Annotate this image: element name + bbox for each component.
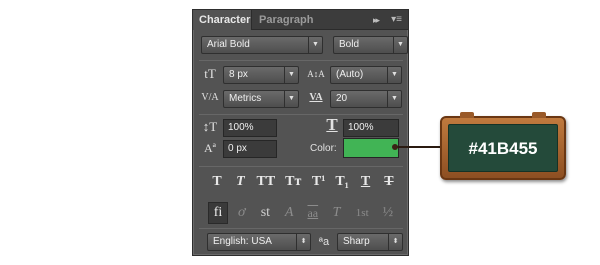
opentype-buttons: fi ơ st A aa T 1st ½ — [208, 202, 398, 224]
strikethrough-button[interactable]: T — [380, 173, 398, 191]
font-family-dropdown[interactable]: Arial Bold ▼ — [201, 36, 323, 54]
superscript-button[interactable]: T¹ — [310, 173, 328, 191]
tab-character[interactable]: Character — [193, 10, 252, 30]
font-size-dropdown[interactable]: 8 px ▼ — [223, 66, 299, 84]
callout-text: #41B455 — [448, 124, 558, 172]
callout-pointer — [395, 146, 440, 148]
superscript-ordinal-button[interactable]: 1st — [350, 203, 374, 223]
leading-dropdown[interactable]: (Auto) ▼ — [330, 66, 402, 84]
baseline-shift-icon: Aª — [204, 141, 216, 155]
tracking-dropdown[interactable]: 20 ▼ — [330, 90, 402, 108]
collapse-panel-icon[interactable]: ▸▸ — [373, 10, 380, 30]
faux-italic-button[interactable]: T — [231, 173, 249, 191]
character-panel: Character Paragraph ▸▸ ▾≡ Arial Bold ▼ B… — [192, 9, 409, 256]
fractions-button[interactable]: ½ — [378, 203, 398, 223]
vertical-scale-input[interactable]: 100% — [223, 119, 277, 137]
divider — [199, 166, 403, 167]
tracking-icon: VA — [309, 92, 323, 103]
titling-alternates-button[interactable]: aa — [303, 203, 323, 223]
antialias-dropdown[interactable]: Sharp ⬍ — [337, 233, 403, 251]
chevron-updown-icon: ⬍ — [296, 234, 310, 250]
board-clip — [532, 112, 546, 118]
antialias-icon: ªa — [318, 236, 330, 248]
subscript-button[interactable]: T₁ — [333, 173, 351, 191]
swash-button[interactable]: st — [255, 203, 275, 223]
tab-paragraph[interactable]: Paragraph — [253, 10, 319, 30]
chevron-down-icon: ▼ — [393, 37, 407, 53]
horizontal-scale-input[interactable]: 100% — [343, 119, 399, 137]
vertical-scale-icon: ↕T — [202, 119, 218, 134]
underline-button[interactable]: T — [357, 173, 375, 191]
font-size-value: 8 px — [229, 69, 248, 80]
antialias-value: Sharp — [343, 236, 370, 247]
panel-tab-bar: Character Paragraph ▸▸ ▾≡ — [193, 10, 408, 30]
tracking-value: 20 — [336, 93, 348, 104]
callout-pointer-dot — [392, 144, 398, 150]
stylistic-alternates-button[interactable]: A — [279, 203, 299, 223]
kerning-value: Metrics — [229, 93, 262, 104]
font-family-value: Arial Bold — [207, 39, 250, 50]
discretionary-ligatures-button[interactable]: ơ — [232, 203, 252, 223]
chevron-down-icon: ▼ — [284, 91, 298, 107]
font-size-icon: tT — [204, 66, 216, 81]
font-style-dropdown[interactable]: Bold ▼ — [333, 36, 408, 54]
chevron-down-icon: ▼ — [284, 67, 298, 83]
ligatures-button[interactable]: fi — [208, 202, 228, 224]
ordinals-button[interactable]: T — [327, 203, 347, 223]
horizontal-scale-icon: T — [326, 115, 338, 134]
language-value: English: USA — [213, 236, 272, 247]
chevron-updown-icon: ⬍ — [388, 234, 402, 250]
leading-icon: A↕A — [307, 69, 325, 79]
type-style-buttons: T T TT Tт T¹ T₁ T T — [208, 173, 398, 191]
language-dropdown[interactable]: English: USA ⬍ — [207, 233, 311, 251]
chevron-down-icon: ▼ — [308, 37, 322, 53]
color-swatch[interactable] — [343, 138, 399, 158]
color-label: Color: — [310, 143, 337, 154]
leading-value: (Auto) — [336, 69, 364, 80]
faux-bold-button[interactable]: T — [208, 173, 226, 191]
divider — [199, 60, 403, 61]
divider — [199, 228, 403, 229]
kerning-icon: V/A — [201, 92, 219, 103]
font-style-value: Bold — [339, 39, 360, 50]
baseline-shift-input[interactable]: 0 px — [223, 140, 277, 158]
board-clip — [460, 112, 474, 118]
kerning-dropdown[interactable]: Metrics ▼ — [223, 90, 299, 108]
chevron-down-icon: ▼ — [387, 67, 401, 83]
panel-menu-icon[interactable]: ▾≡ — [391, 10, 402, 30]
divider — [199, 114, 403, 115]
all-caps-button[interactable]: TT — [255, 173, 277, 191]
chevron-down-icon: ▼ — [387, 91, 401, 107]
color-callout-board: #41B455 — [440, 112, 566, 180]
small-caps-button[interactable]: Tт — [282, 173, 304, 191]
